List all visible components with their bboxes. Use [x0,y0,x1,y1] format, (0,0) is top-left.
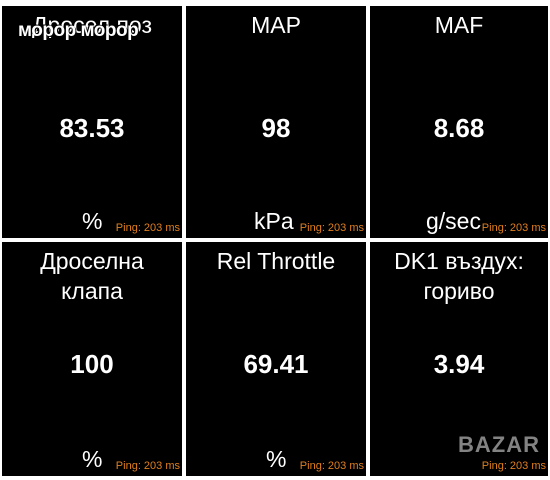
gauge-tile-throttle-plate[interactable]: Дроселна клапа 100 % Ping: 203 ms [2,242,182,476]
gauge-title: Rel Throttle [216,248,336,274]
gauge-grid: Дросел поз 83.53 % Ping: 203 ms MAP 98 k… [0,0,550,480]
ping-label: Ping: 203 ms [481,222,546,234]
gauge-tile-maf[interactable]: MAF 8.68 g/sec Ping: 203 ms [370,6,548,238]
watermark-logo: BAZAR [458,432,540,457]
ping-label: Ping: 203 ms [299,460,364,472]
gauge-tile-air-fuel[interactable]: DK1 въздух: гориво 3.94 Ping: 203 ms BAZ… [370,242,548,476]
ping-label: Ping: 203 ms [299,222,364,234]
gauge-title: MAF [434,12,484,38]
gauge-value: 100 [70,349,114,379]
ping-label: Ping: 203 ms [115,222,180,234]
gauge-tile-rel-throttle[interactable]: Rel Throttle 69.41 % Ping: 203 ms [186,242,366,476]
gauge-value: 3.94 [433,349,485,379]
gauge-title: DK1 въздух: гориво [394,248,524,304]
ping-label: Ping: 203 ms [115,460,180,472]
gauge-value: 98 [261,113,291,143]
gauge-title: Дроселна клапа [40,248,144,304]
gauge-title: MAP [251,12,301,38]
gauge-value: 83.53 [59,113,125,143]
overlay-text: мороp морор [18,20,139,41]
ping-label: Ping: 203 ms [481,460,546,472]
gauge-tile-map[interactable]: MAP 98 kPa Ping: 203 ms [186,6,366,238]
gauge-value: 8.68 [433,113,485,143]
gauge-value: 69.41 [243,349,309,379]
